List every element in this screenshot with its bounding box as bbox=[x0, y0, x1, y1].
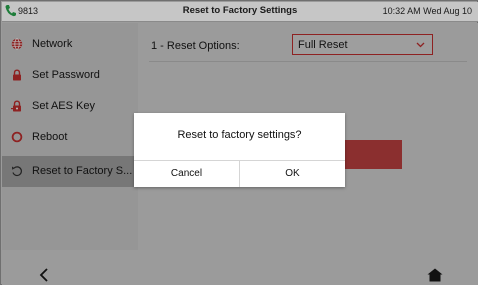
sidebar-item-label: Reset to Factory S... bbox=[32, 165, 133, 177]
sidebar-item-reboot[interactable]: Reboot bbox=[2, 122, 138, 153]
lock-icon bbox=[13, 69, 21, 81]
confirm-dialog: Reset to factory settings? Cancel OK bbox=[134, 113, 345, 187]
back-arrow-icon[interactable] bbox=[38, 268, 50, 282]
globe-icon bbox=[11, 38, 23, 50]
home-icon[interactable] bbox=[427, 268, 443, 282]
sidebar-item-network[interactable]: Network bbox=[2, 29, 138, 60]
cancel-button[interactable]: Cancel bbox=[134, 161, 239, 187]
sidebar-item-reset-to-factory[interactable]: Reset to Factory S... bbox=[2, 156, 138, 187]
reset-icon bbox=[12, 166, 22, 177]
sidebar-item-label: Reboot bbox=[32, 131, 68, 143]
sidebar-item-label: Network bbox=[32, 38, 73, 50]
ok-button[interactable]: OK bbox=[239, 161, 345, 187]
reset-options-select[interactable]: Full Reset bbox=[292, 34, 433, 55]
reset-button[interactable] bbox=[335, 140, 402, 169]
dialog-message: Reset to factory settings? bbox=[177, 129, 302, 141]
key-lock-icon bbox=[11, 100, 21, 112]
sidebar-item-label: Set AES Key bbox=[32, 100, 95, 112]
reset-options-label: 1 - Reset Options: bbox=[151, 40, 240, 52]
circle-icon bbox=[11, 131, 23, 143]
sidebar-item-label: Set Password bbox=[32, 69, 100, 81]
sidebar-item-set-aes-key[interactable]: Set AES Key bbox=[2, 91, 138, 122]
dialog-button-row: Cancel OK bbox=[134, 160, 345, 187]
status-bar: 9813 Reset to Factory Settings 10:32 AM … bbox=[2, 2, 478, 22]
sidebar: Network Set Password Set AES Key Reboot bbox=[2, 23, 138, 250]
reset-options-value: Full Reset bbox=[298, 39, 348, 51]
phone-screen: 9813 Reset to Factory Settings 10:32 AM … bbox=[0, 0, 478, 285]
clock: 10:32 AM Wed Aug 10 bbox=[382, 6, 472, 16]
sidebar-item-set-password[interactable]: Set Password bbox=[2, 60, 138, 91]
bottom-bar bbox=[2, 250, 478, 285]
divider bbox=[149, 61, 467, 62]
chevron-down-icon bbox=[416, 42, 425, 48]
